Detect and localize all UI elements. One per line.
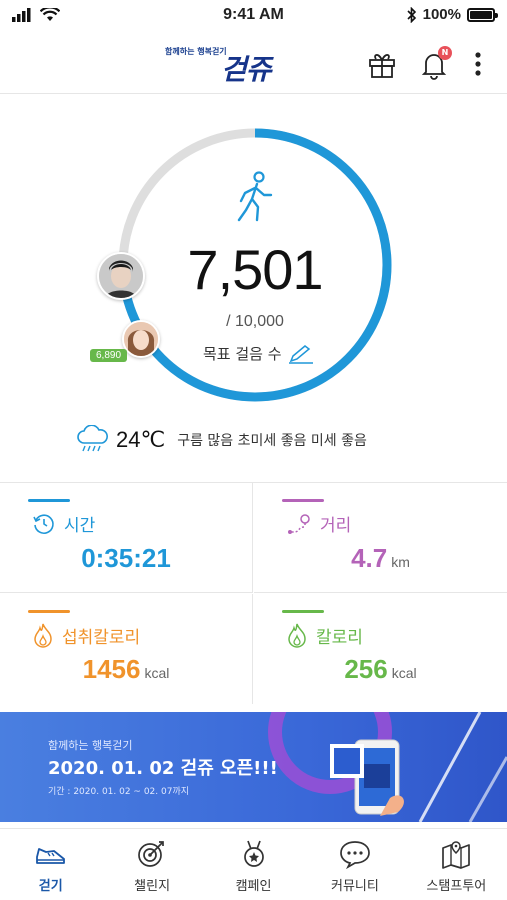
app-logo[interactable]: 함께하는 행복걷기 걷쥬 <box>165 42 305 86</box>
logo-text: 걷쥬 <box>221 53 272 86</box>
nav-label: 걷기 <box>38 879 63 894</box>
route-icon <box>288 513 310 534</box>
promo-banner[interactable]: 함께하는 행복걷기 2020. 01. 02 걷쥬 오픈!!! 기간 : 202… <box>0 712 507 822</box>
stat-value-row: 0:35:21 <box>0 543 252 574</box>
battery-percent: 100% <box>422 6 461 23</box>
battery-icon <box>467 7 498 22</box>
flame-icon <box>288 623 306 648</box>
friend-avatar[interactable] <box>97 252 145 300</box>
stat-intake-calories[interactable]: 섭취칼로리 1456 kcal <box>0 594 253 704</box>
stat-value: 0:35:21 <box>81 543 171 573</box>
stat-value-row: 1456 kcal <box>0 654 252 685</box>
nav-label: 캠페인 <box>235 879 272 894</box>
temperature: 24℃ <box>116 427 166 452</box>
notification-badge: N <box>438 46 452 60</box>
person-photo <box>99 254 143 298</box>
target-icon <box>138 841 164 867</box>
stats-grid: 시간 0:35:21 거리 4.7 km 섭취칼로리 1456 kcal 칼로리… <box>0 482 507 704</box>
stat-label: 시간 <box>64 516 96 536</box>
chat-icon <box>340 841 370 869</box>
bottom-navigation: 걷기 챌린지 캠페인 커뮤니티 스탬프투어 <box>0 828 507 900</box>
rain-cloud-icon <box>77 425 108 452</box>
more-vertical-icon[interactable] <box>466 48 490 80</box>
nav-label: 커뮤니티 <box>331 879 379 894</box>
nav-challenge[interactable]: 챌린지 <box>101 829 202 900</box>
nav-label: 스탬프투어 <box>426 879 487 894</box>
stat-accent-bar <box>282 499 324 502</box>
nav-label: 챌린지 <box>134 879 171 894</box>
nav-stamp-tour[interactable]: 스탬프투어 <box>406 829 507 900</box>
stat-accent-bar <box>28 610 70 613</box>
stat-unit: kcal <box>144 665 170 681</box>
battery-fill <box>470 10 492 19</box>
bluetooth-icon <box>407 6 416 23</box>
edit-goal-button[interactable]: 목표 걸음 수 <box>203 343 314 364</box>
weather-description: 구름 많음 초미세 좋음 미세 좋음 <box>177 433 367 449</box>
walking-person-icon <box>237 171 273 222</box>
stat-burned-calories[interactable]: 칼로리 256 kcal <box>254 594 507 704</box>
stat-unit: km <box>391 554 410 570</box>
status-bar: 9:41 AM 100% <box>0 0 507 32</box>
weather-info: 24℃ 구름 많음 초미세 좋음 미세 좋음 <box>76 425 367 455</box>
stat-time[interactable]: 시간 0:35:21 <box>0 483 253 593</box>
shoe-icon <box>35 848 65 864</box>
friend-step-badge: 6,890 <box>90 349 128 362</box>
app-header: 함께하는 행복걷기 걷쥬 N <box>0 32 507 94</box>
nav-walk[interactable]: 걷기 <box>0 829 101 900</box>
clock-icon <box>33 513 54 534</box>
nav-community[interactable]: 커뮤니티 <box>304 829 405 900</box>
gift-icon[interactable] <box>366 48 398 80</box>
notification-button[interactable]: N <box>418 46 452 80</box>
stat-value: 4.7 <box>351 543 388 573</box>
stat-value: 1456 <box>82 654 141 684</box>
step-progress-ring[interactable]: 7,501 / 10,000 목표 걸음 수 <box>115 125 395 405</box>
stat-label: 거리 <box>320 516 352 536</box>
nav-campaign[interactable]: 캠페인 <box>203 829 304 900</box>
flame-icon <box>34 623 52 648</box>
stat-label: 칼로리 <box>316 627 363 648</box>
banner-subtitle: 함께하는 행복걷기 <box>48 739 133 752</box>
stat-distance[interactable]: 거리 4.7 km <box>254 483 507 593</box>
banner-title: 2020. 01. 02 걷쥬 오픈!!! <box>48 758 278 779</box>
logo-tagline: 함께하는 행복걷기 <box>165 47 227 56</box>
stat-unit: kcal <box>391 665 417 681</box>
friend-avatar[interactable] <box>122 320 160 358</box>
banner-period: 기간 : 2020. 01. 02 ~ 02. 07까지 <box>48 787 190 797</box>
step-count: 7,501 <box>187 238 323 301</box>
stat-value-row: 256 kcal <box>254 654 507 685</box>
stat-label: 섭취칼로리 <box>62 627 141 648</box>
stat-value-row: 4.7 km <box>254 543 507 574</box>
medal-icon <box>243 840 264 867</box>
person-photo <box>124 322 158 356</box>
goal-label: 목표 걸음 수 <box>203 345 282 363</box>
map-icon <box>442 841 471 869</box>
pencil-icon <box>288 344 313 364</box>
stat-value: 256 <box>344 654 388 684</box>
stat-accent-bar <box>282 610 324 613</box>
stat-accent-bar <box>28 499 70 502</box>
